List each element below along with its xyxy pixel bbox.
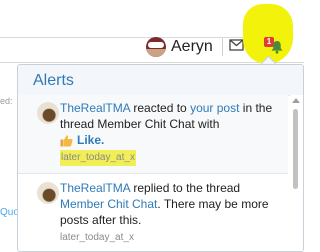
avatar[interactable] <box>37 102 59 124</box>
alerts-panel-header: Alerts <box>18 65 303 96</box>
reaction-line: Like. <box>60 132 285 148</box>
bell-icon <box>271 41 283 54</box>
nav-separator <box>222 38 223 56</box>
panel-title: Alerts <box>33 72 74 89</box>
thumbs-up-icon <box>60 134 73 146</box>
alert-text: TheRealTMA reacted to your post in the t… <box>60 100 285 166</box>
alert-item[interactable]: TheRealTMA reacted to your post in the t… <box>18 95 288 174</box>
alert-text: TheRealTMA replied to the thread Member … <box>60 180 285 246</box>
alert-post-link[interactable]: your post <box>190 101 239 115</box>
scrollbar-thumb[interactable] <box>293 109 298 189</box>
alert-user-link[interactable]: TheRealTMA <box>60 181 130 195</box>
account-link[interactable]: Aeryn <box>146 36 213 58</box>
background-text-fragment: ed: <box>0 96 13 106</box>
alert-timestamp: later_today_at_x <box>60 232 134 243</box>
alert-text-part: reacted to <box>130 101 191 115</box>
reaction-label: Like. <box>77 133 105 147</box>
alert-text-part: replied to the thread <box>130 181 241 195</box>
avatar <box>146 37 166 57</box>
envelope-icon <box>229 39 244 51</box>
scroll-up-arrow[interactable] <box>292 98 300 103</box>
alert-user-link[interactable]: TheRealTMA <box>60 101 130 115</box>
avatar[interactable] <box>37 182 59 204</box>
alert-thread-link[interactable]: Member Chit Chat <box>60 197 157 211</box>
alert-item[interactable]: TheRealTMA replied to the thread Member … <box>18 175 288 251</box>
alerts-panel: Alerts TheRealTMA reacted to your post i… <box>17 64 304 252</box>
alert-timestamp: later_today_at_x <box>60 150 136 166</box>
user-name: Aeryn <box>171 38 213 55</box>
